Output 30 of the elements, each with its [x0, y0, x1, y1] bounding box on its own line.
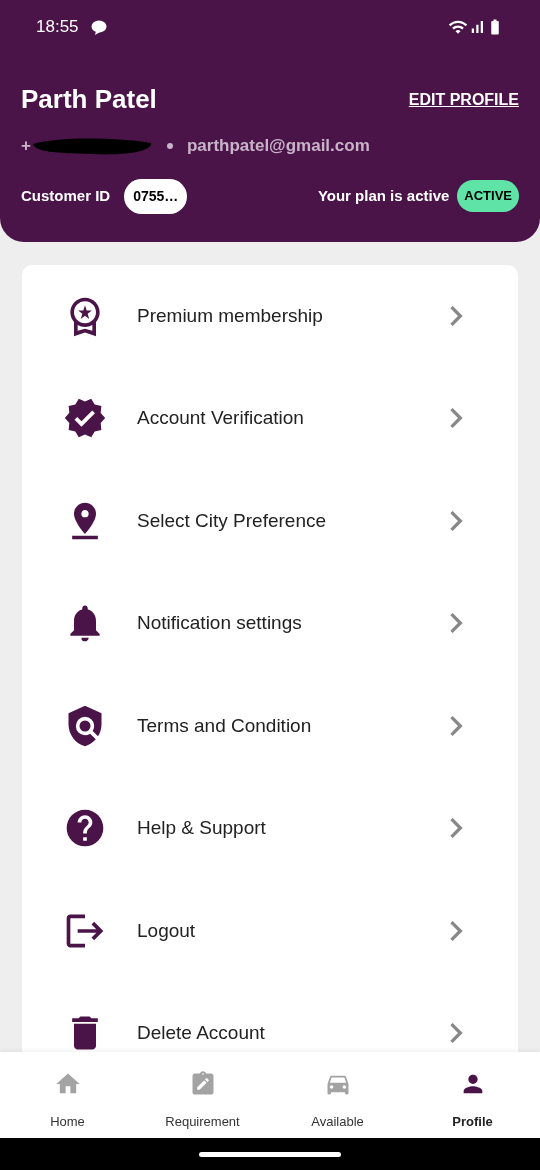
menu-item[interactable]: Account Verification [22, 367, 518, 470]
menu-label: Notification settings [137, 611, 303, 635]
profile-name: Parth Patel [21, 83, 157, 116]
chat-bubble-icon [90, 19, 107, 35]
nav-tab[interactable]: Home [0, 1052, 135, 1138]
customer-id-label: Customer ID [21, 185, 111, 206]
menu-item[interactable]: Delete Account [22, 982, 518, 1052]
menu-item[interactable]: Select City Preference [22, 469, 518, 572]
menu-label: Select City Preference [137, 508, 328, 533]
menu-label: Logout [137, 918, 197, 943]
email-text: parthpatel@gmail.com [186, 135, 370, 157]
active-badge: ACTIVE [457, 180, 519, 212]
menu-label: Premium membership [137, 303, 324, 328]
menu-item[interactable]: Logout [22, 879, 518, 982]
menu-item[interactable]: Terms and Condition [22, 674, 518, 777]
phone-number: + [21, 135, 31, 157]
nav-tab[interactable]: Profile [405, 1052, 540, 1138]
menu-item[interactable]: Notification settings [22, 572, 518, 675]
menu-label: Terms and Condition [137, 713, 313, 738]
menu-label: Delete Account [137, 1021, 266, 1045]
edit-profile-link[interactable]: EDIT PROFILE [408, 87, 519, 112]
menu-item[interactable]: Help & Support [22, 777, 518, 880]
plan-status-text: Your plan is active [317, 185, 450, 206]
status-time: 18:55 [36, 16, 79, 39]
customer-id-chip: 0755… [124, 178, 188, 214]
menu-label: Help & Support [137, 816, 267, 840]
menu-item[interactable]: Premium membership [22, 264, 518, 367]
nav-tab[interactable]: Requirement [135, 1052, 270, 1138]
nav-tab[interactable]: Available [270, 1052, 405, 1138]
menu-label: Account Verification [137, 406, 305, 430]
